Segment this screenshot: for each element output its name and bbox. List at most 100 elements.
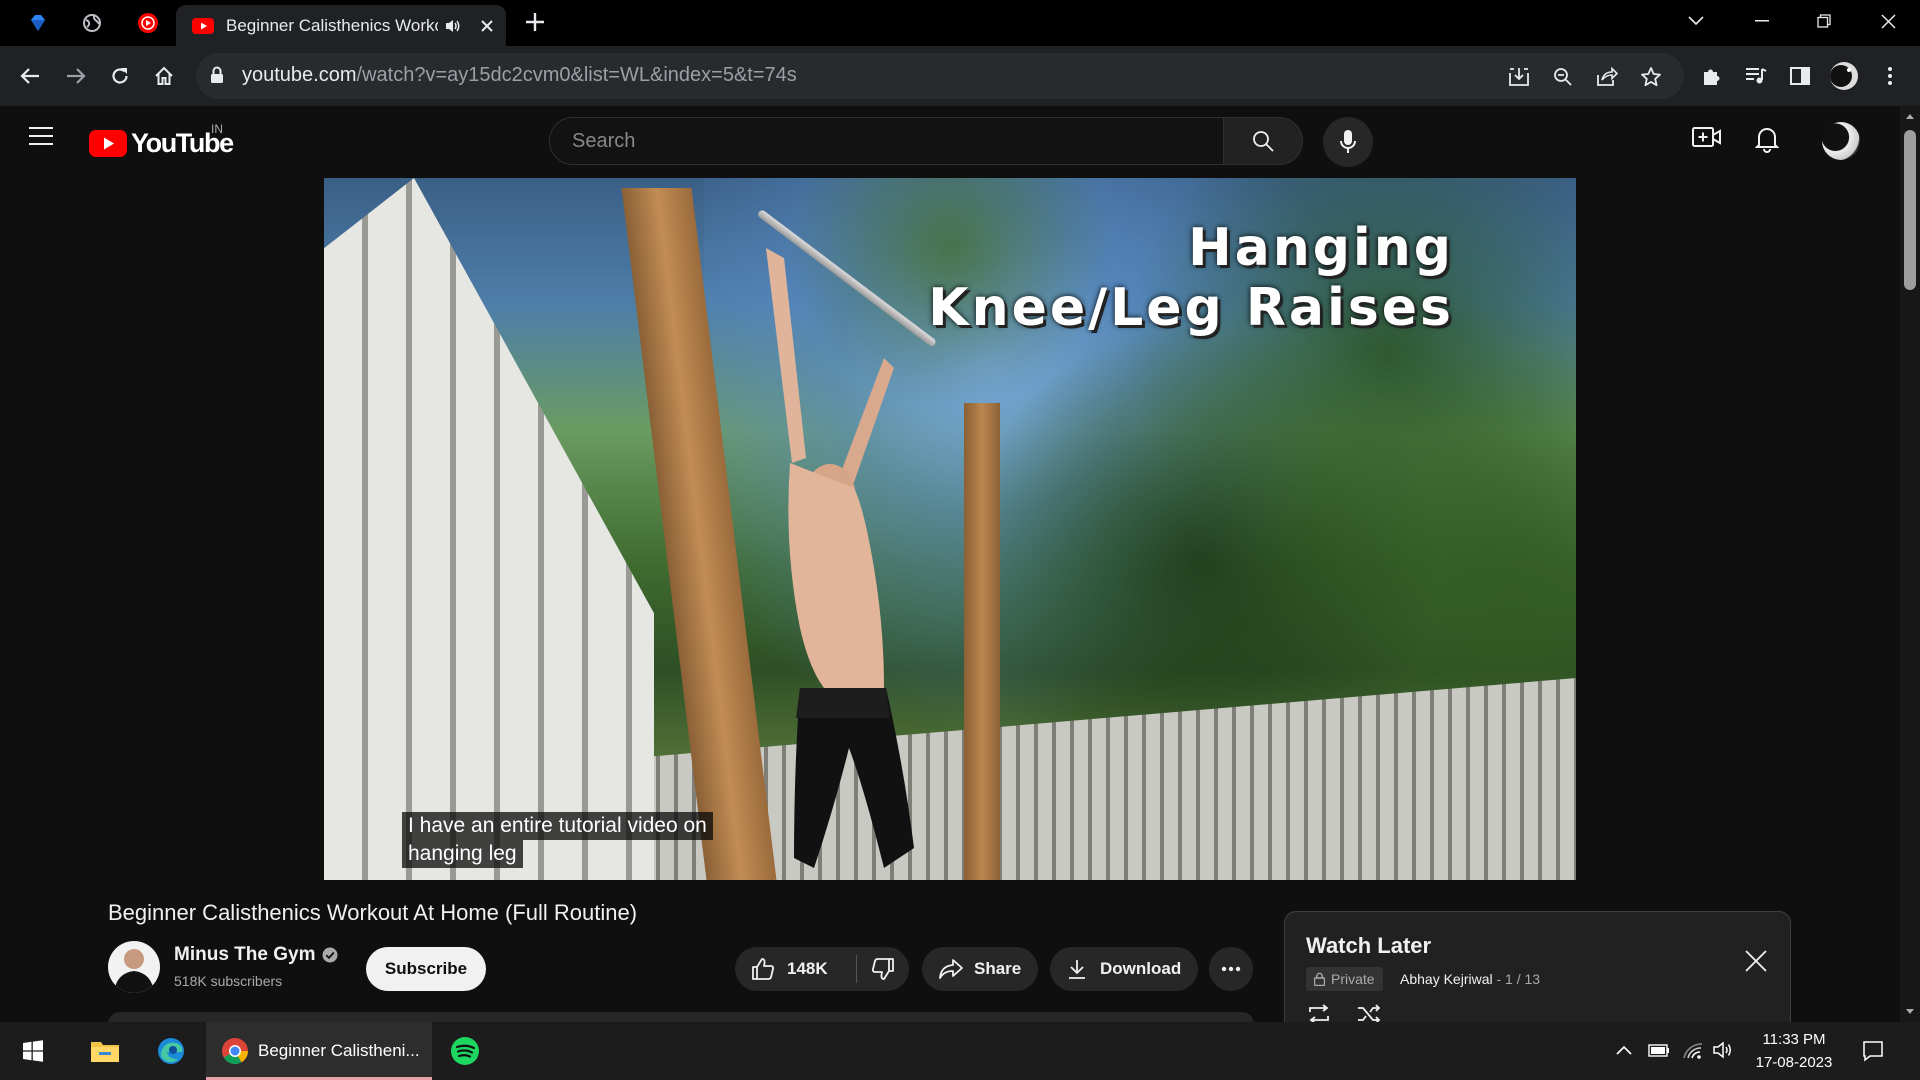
globe-icon xyxy=(83,14,101,32)
scroll-down-arrow-icon[interactable] xyxy=(1905,1008,1915,1016)
create-video-icon[interactable] xyxy=(1692,125,1722,149)
volume-icon[interactable] xyxy=(1712,1040,1734,1060)
search-input[interactable] xyxy=(570,129,1194,154)
like-button[interactable]: 148K xyxy=(735,947,856,991)
file-explorer-button[interactable] xyxy=(80,1022,130,1080)
bookmark-button[interactable] xyxy=(1638,64,1664,90)
overlay-line-2: Knee/Leg Raises xyxy=(928,278,1454,338)
tab-search-button[interactable] xyxy=(1668,0,1724,42)
zoom-icon xyxy=(1554,68,1572,86)
wifi-icon[interactable] xyxy=(1682,1040,1704,1060)
dislike-button[interactable] xyxy=(857,947,909,991)
more-vertical-icon xyxy=(1888,67,1892,85)
loop-icon[interactable] xyxy=(1306,1004,1332,1024)
close-icon[interactable] xyxy=(1745,950,1767,972)
puzzle-icon xyxy=(1704,69,1720,85)
search-icon xyxy=(1253,131,1274,152)
restore-icon xyxy=(1817,14,1831,28)
closed-caption: I have an entire tutorial video on hangi… xyxy=(402,812,713,868)
shuffle-icon[interactable] xyxy=(1356,1004,1382,1024)
video-title: Beginner Calisthenics Workout At Home (F… xyxy=(108,900,638,925)
zoom-button[interactable] xyxy=(1550,64,1576,90)
video-player[interactable]: Hanging Knee/Leg Raises I have an entire… xyxy=(324,178,1576,880)
close-window-button[interactable] xyxy=(1860,0,1916,42)
lock-icon[interactable] xyxy=(210,66,224,84)
new-tab-icon[interactable] xyxy=(524,11,546,33)
channel-name[interactable]: Minus The Gym xyxy=(174,944,338,966)
youtube-header: YouTube IN xyxy=(0,106,1900,178)
action-center-icon[interactable] xyxy=(1862,1040,1884,1062)
side-panel-button[interactable] xyxy=(1784,60,1816,92)
tab-title: Beginner Calisthenics Worko xyxy=(226,15,438,35)
arrow-right-icon xyxy=(67,68,86,84)
search-box xyxy=(549,117,1224,165)
like-dislike-group: 148K xyxy=(735,947,909,991)
star-icon xyxy=(1641,67,1661,87)
subscribe-button[interactable]: Subscribe xyxy=(366,947,486,991)
pinned-tab-diamond[interactable] xyxy=(14,6,62,40)
youtube-logo[interactable]: YouTube IN xyxy=(89,122,234,159)
notifications-bell-icon[interactable] xyxy=(1755,125,1779,153)
pinned-tab-globe[interactable] xyxy=(68,6,116,40)
install-app-button[interactable] xyxy=(1506,64,1532,90)
side-panel-icon xyxy=(1790,67,1810,85)
verified-check-icon xyxy=(322,947,338,963)
thumbs-up-icon xyxy=(752,958,774,980)
taskbar-chrome-window[interactable]: Beginner Calistheni... xyxy=(206,1022,432,1080)
spotify-button[interactable] xyxy=(440,1022,490,1080)
account-avatar[interactable] xyxy=(1822,122,1860,160)
system-clock[interactable]: 11:33 PM 17-08-2023 xyxy=(1742,1028,1846,1074)
channel-name-text: Minus The Gym xyxy=(174,944,316,965)
minimize-button[interactable] xyxy=(1734,0,1790,42)
hamburger-menu-icon[interactable] xyxy=(28,126,54,146)
tray-overflow-chevron-icon[interactable] xyxy=(1616,1044,1632,1056)
close-icon xyxy=(1880,13,1896,29)
pinned-tab-youtube-music[interactable] xyxy=(124,6,172,40)
youtube-logo-icon xyxy=(89,130,127,157)
url-text[interactable]: youtube.com/watch?v=ay15dc2cvm0&list=WL&… xyxy=(242,64,797,87)
reload-button[interactable] xyxy=(104,60,136,92)
url-path: /watch?v=ay15dc2cvm0&list=WL&index=5&t=7… xyxy=(356,64,797,86)
share-page-button[interactable] xyxy=(1594,64,1620,90)
playlist-title[interactable]: Watch Later xyxy=(1306,933,1431,959)
active-tab[interactable]: Beginner Calisthenics Worko xyxy=(176,5,506,46)
privacy-badge: Private xyxy=(1306,967,1383,991)
share-page-icon xyxy=(1597,67,1618,86)
playlist-position: - 1 / 13 xyxy=(1492,971,1541,987)
diamond-icon xyxy=(31,15,45,31)
back-button[interactable] xyxy=(14,60,46,92)
download-icon xyxy=(1069,960,1085,979)
extensions-button[interactable] xyxy=(1696,60,1728,92)
clock-time: 11:33 PM xyxy=(1762,1031,1826,1048)
download-button[interactable]: Download xyxy=(1050,947,1198,991)
voice-search-button[interactable] xyxy=(1323,117,1373,167)
restore-button[interactable] xyxy=(1796,0,1852,42)
profile-button[interactable] xyxy=(1828,60,1860,92)
address-bar[interactable]: youtube.com/watch?v=ay15dc2cvm0&list=WL&… xyxy=(196,53,1684,99)
windows-logo-icon xyxy=(23,1040,43,1062)
youtube-favicon-icon xyxy=(192,17,214,34)
tab-close-icon[interactable] xyxy=(480,19,494,33)
channel-avatar[interactable] xyxy=(108,941,160,993)
more-actions-button[interactable] xyxy=(1209,947,1253,991)
tab-audio-icon[interactable] xyxy=(444,18,462,34)
page-scrollbar[interactable] xyxy=(1900,106,1920,1022)
edge-button[interactable] xyxy=(146,1022,196,1080)
search-button[interactable] xyxy=(1223,117,1303,165)
profile-avatar-icon xyxy=(1830,62,1858,90)
playlist-owner: Abhay Kejriwal - 1 / 13 xyxy=(1400,971,1540,987)
scroll-up-arrow-icon[interactable] xyxy=(1905,112,1915,120)
share-button[interactable]: Share xyxy=(922,947,1038,991)
chrome-menu-button[interactable] xyxy=(1874,60,1906,92)
home-button[interactable] xyxy=(148,60,180,92)
video-overlay-title: Hanging Knee/Leg Raises xyxy=(928,218,1454,338)
media-control-button[interactable] xyxy=(1740,60,1772,92)
start-button[interactable] xyxy=(8,1022,58,1080)
privacy-label: Private xyxy=(1331,971,1375,987)
forward-button[interactable] xyxy=(60,60,92,92)
lock-icon xyxy=(1314,972,1325,986)
playlist-owner-name: Abhay Kejriwal xyxy=(1400,971,1493,987)
share-icon xyxy=(939,959,963,979)
scrollbar-thumb[interactable] xyxy=(1904,130,1916,290)
battery-icon[interactable] xyxy=(1648,1042,1670,1058)
